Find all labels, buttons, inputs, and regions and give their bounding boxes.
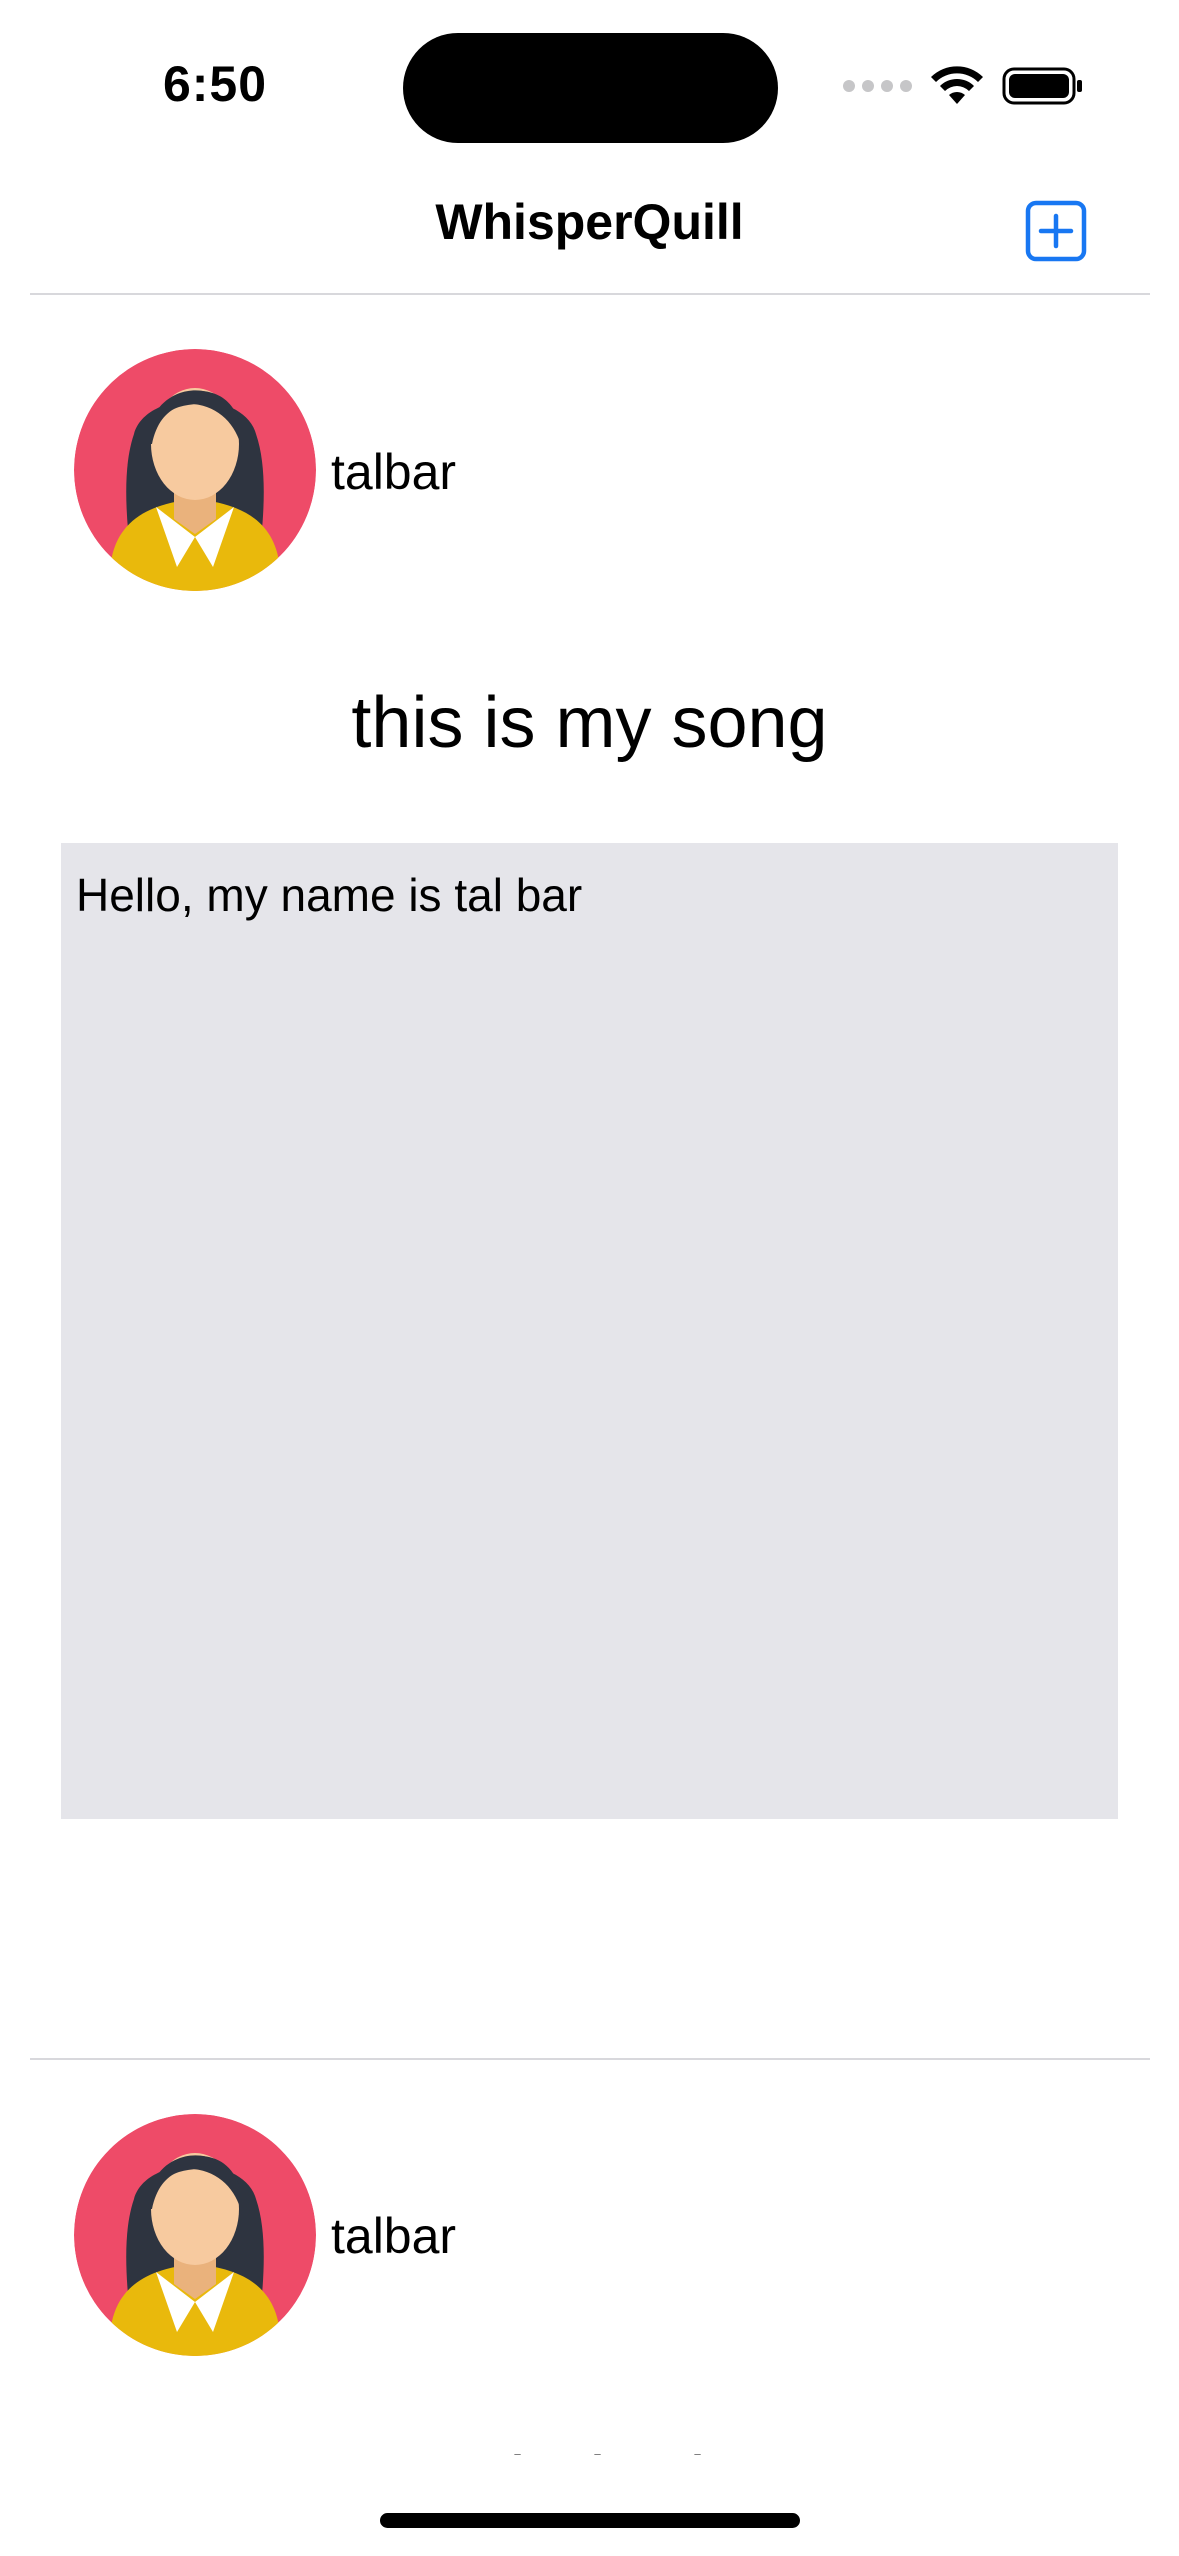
battery-icon (1002, 67, 1082, 105)
add-post-button[interactable] (1025, 200, 1087, 262)
status-icons (843, 62, 1084, 110)
user-avatar-icon (74, 349, 316, 591)
avatar[interactable] (74, 2114, 316, 2356)
dynamic-island (403, 33, 778, 143)
feed-viewport: talbar shaked (0, 1205, 1179, 2455)
avatar[interactable] (74, 349, 316, 591)
post-title: shaked (0, 2438, 1179, 2455)
status-time: 6:50 (162, 56, 268, 112)
cellular-signal-icon (843, 80, 912, 92)
post-username[interactable]: talbar (331, 2206, 456, 2266)
plus-square-icon (1025, 200, 1087, 262)
user-avatar-icon (74, 2114, 316, 2356)
nav-divider (30, 293, 1150, 295)
page-title: WhisperQuill (435, 194, 744, 250)
wifi-icon (931, 66, 983, 104)
post-title: this is my song (351, 683, 828, 763)
post-username[interactable]: talbar (331, 442, 456, 502)
home-indicator[interactable] (380, 2513, 800, 2528)
